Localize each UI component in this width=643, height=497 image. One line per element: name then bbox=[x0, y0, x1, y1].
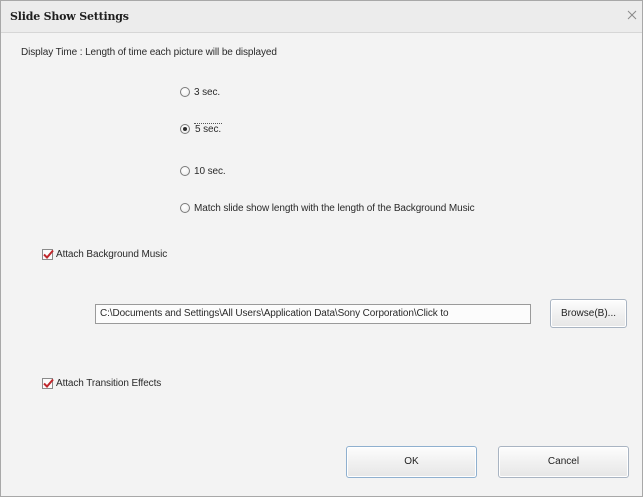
checkbox-label: Attach Background Music bbox=[56, 248, 168, 260]
radio-match-music-length[interactable]: Match slide show length with the length … bbox=[180, 201, 475, 215]
window-title: Slide Show Settings bbox=[10, 10, 129, 23]
checkbox-checked-icon[interactable] bbox=[42, 377, 54, 389]
music-path-field[interactable]: C:\Documents and Settings\All Users\Appl… bbox=[95, 304, 531, 324]
browse-button[interactable]: Browse(B)... bbox=[550, 299, 627, 328]
slide-show-settings-dialog: Slide Show Settings Display Time : Lengt… bbox=[0, 0, 643, 497]
cancel-button[interactable]: Cancel bbox=[498, 446, 629, 478]
attach-transition-effects-checkbox[interactable]: Attach Transition Effects bbox=[42, 376, 161, 390]
radio-button-icon[interactable] bbox=[180, 203, 190, 213]
title-bar: Slide Show Settings bbox=[1, 1, 642, 33]
radio-label: 3 sec. bbox=[194, 86, 221, 98]
attach-background-music-checkbox[interactable]: Attach Background Music bbox=[42, 247, 167, 261]
close-icon[interactable] bbox=[626, 9, 638, 21]
display-time-description: Display Time : Length of time each pictu… bbox=[21, 47, 277, 58]
radio-label: Match slide show length with the length … bbox=[194, 202, 475, 214]
radio-5-sec[interactable]: 5 sec. bbox=[180, 122, 223, 136]
radio-button-icon[interactable] bbox=[180, 166, 190, 176]
ok-button[interactable]: OK bbox=[346, 446, 477, 478]
radio-label: 10 sec. bbox=[194, 165, 226, 177]
radio-button-selected-icon[interactable] bbox=[180, 124, 190, 134]
checkbox-label: Attach Transition Effects bbox=[56, 377, 162, 389]
radio-button-icon[interactable] bbox=[180, 87, 190, 97]
radio-10-sec[interactable]: 10 sec. bbox=[180, 164, 226, 178]
checkbox-checked-icon[interactable] bbox=[42, 248, 54, 260]
radio-3-sec[interactable]: 3 sec. bbox=[180, 85, 220, 99]
radio-label: 5 sec. bbox=[194, 123, 223, 135]
